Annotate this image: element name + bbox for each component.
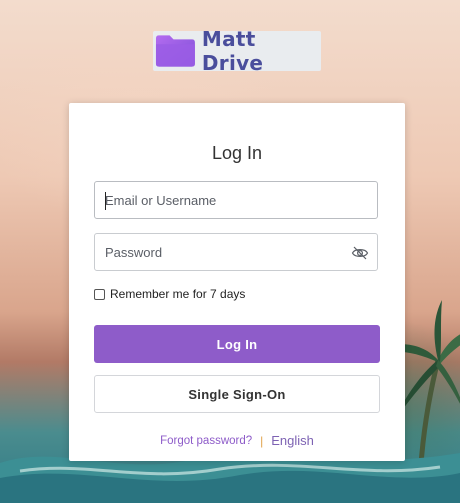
brand-name: Matt Drive bbox=[201, 27, 264, 75]
footer-separator: | bbox=[260, 433, 264, 448]
login-card: Log In Remember me for 7 days Log In Sin… bbox=[69, 103, 405, 461]
login-button[interactable]: Log In bbox=[94, 325, 380, 363]
sso-button[interactable]: Single Sign-On bbox=[94, 375, 380, 413]
brand-logo: Matt Drive bbox=[153, 27, 321, 75]
password-input[interactable] bbox=[95, 234, 377, 270]
language-selector[interactable]: English bbox=[271, 433, 314, 448]
remember-me[interactable]: Remember me for 7 days bbox=[94, 287, 245, 301]
forgot-password-link[interactable]: Forgot password? bbox=[160, 435, 252, 447]
remember-label: Remember me for 7 days bbox=[110, 287, 246, 301]
email-field[interactable] bbox=[94, 181, 378, 219]
remember-checkbox[interactable] bbox=[94, 288, 105, 300]
page-title: Log In bbox=[211, 143, 263, 163]
email-input[interactable] bbox=[95, 182, 377, 218]
folder-icon bbox=[155, 35, 195, 67]
login-footer: Forgot password? | English bbox=[69, 433, 405, 448]
eye-slash-icon[interactable] bbox=[351, 244, 369, 262]
password-field[interactable] bbox=[94, 233, 378, 271]
text-cursor bbox=[105, 192, 106, 210]
